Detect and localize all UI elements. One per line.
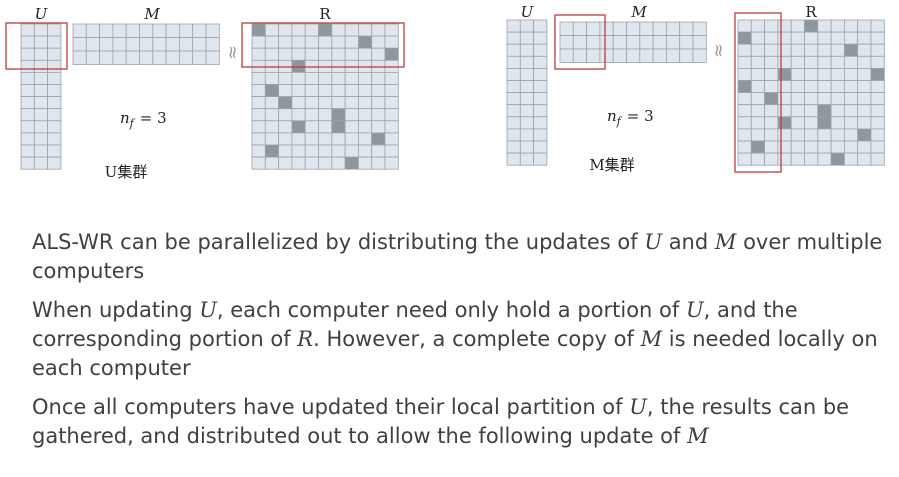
nf-label: nf = 3 [120, 109, 167, 130]
matrix-factorization-diagram: U M R ≈ nf = 3 U集群 U M R ≈ nf = 3 M集群 [5, 3, 885, 181]
m-matrix-label: M [143, 5, 160, 23]
text-span: ALS-WR can be parallelized by distributi… [32, 230, 645, 254]
paragraph: ALS-WR can be parallelized by distributi… [32, 228, 892, 286]
svg-text:nf= 3: nf = 3 [607, 107, 654, 128]
m-matrix-grid [559, 21, 707, 63]
paragraph: Once all computers have updated their lo… [32, 393, 892, 451]
math-variable: M [687, 424, 709, 448]
cluster-label: U集群 [105, 163, 148, 181]
approx-symbol: ≈ [222, 45, 243, 60]
r-matrix-label: R [319, 5, 331, 23]
u-matrix-grid [506, 19, 548, 166]
text-span: Once all computers have updated their lo… [32, 395, 630, 419]
nf-label: nf = 3 [607, 107, 654, 128]
r-matrix-grid [251, 23, 399, 170]
math-variable: M [714, 230, 737, 254]
math-variable: M [640, 327, 663, 351]
math-variable: U [644, 230, 663, 254]
paragraph: When updating U, each computer need only… [32, 296, 892, 383]
u-matrix-label: U [521, 3, 535, 21]
r-matrix-grid [737, 19, 885, 166]
math-variable: U [199, 298, 217, 322]
text-span: and [662, 230, 715, 254]
math-variable: U [629, 395, 647, 419]
math-variable: R [297, 327, 314, 351]
m-matrix-grid [72, 23, 220, 65]
approx-symbol: ≈ [708, 43, 729, 58]
r-matrix-label: R [805, 3, 817, 21]
cluster-label: M集群 [589, 156, 634, 174]
u-matrix-label: U [35, 5, 49, 23]
u-matrix-grid [20, 23, 62, 170]
explanation-text: ALS-WR can be parallelized by distributi… [32, 228, 892, 461]
svg-text:nf= 3: nf = 3 [120, 109, 167, 130]
m-matrix-label: M [630, 3, 647, 21]
text-span: . However, a complete copy of [313, 327, 641, 351]
nf-value: = 3 [627, 107, 654, 125]
nf-value: = 3 [140, 109, 167, 127]
text-span: When updating [32, 298, 200, 322]
math-variable: U [685, 298, 704, 322]
text-span: , each computer need only hold a portion… [216, 298, 686, 322]
